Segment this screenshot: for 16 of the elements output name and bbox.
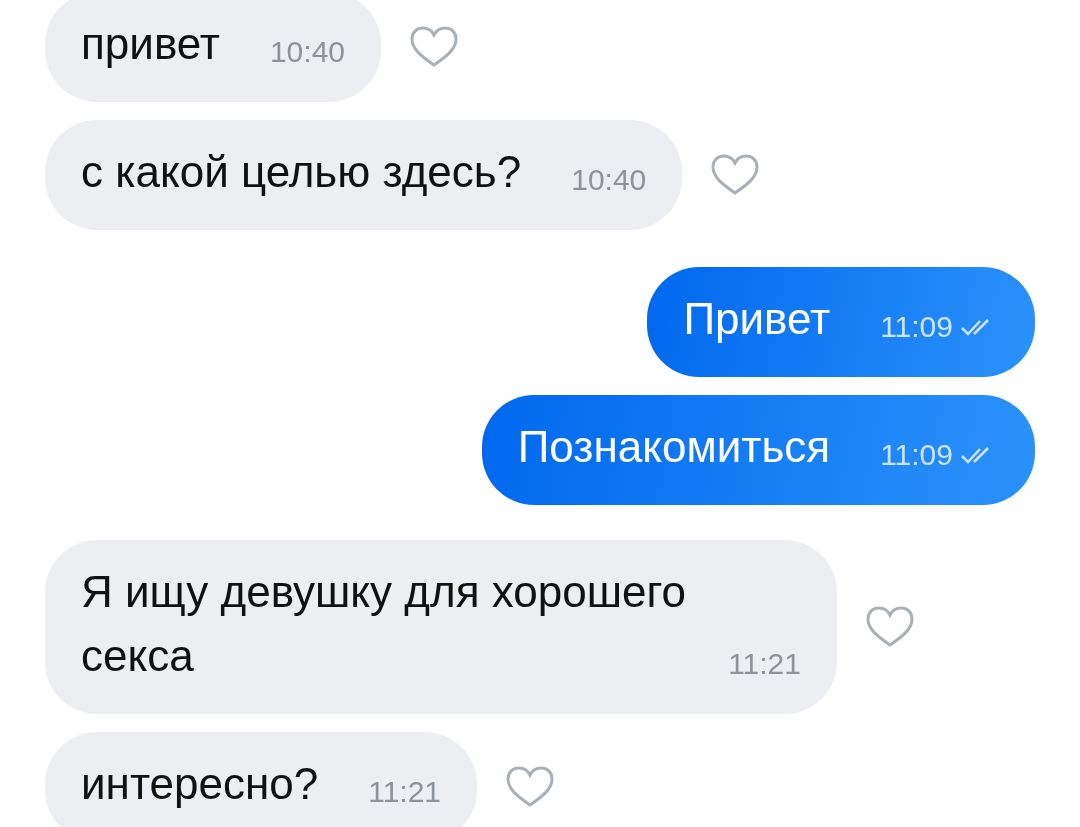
- heart-icon[interactable]: [409, 26, 459, 68]
- message-time: 11:09: [880, 437, 953, 473]
- message-time: 11:21: [728, 646, 801, 682]
- message-text: Познакомиться: [517, 422, 831, 471]
- heart-icon[interactable]: [710, 154, 761, 196]
- message-time: 10:40: [269, 34, 345, 70]
- message-time: 11:09: [880, 309, 953, 345]
- heart-icon[interactable]: [865, 606, 915, 648]
- message-text: привет: [81, 19, 220, 68]
- message-text: Привет: [683, 294, 831, 343]
- heart-icon[interactable]: [505, 766, 556, 808]
- message-time: 11:21: [368, 774, 442, 810]
- message-text: интересно?: [81, 759, 319, 808]
- message-text: с какой целью здесь?: [81, 147, 522, 196]
- message-time: 10:40: [571, 162, 647, 198]
- message-text: Я ищу девушку для хорошего секса: [81, 567, 686, 680]
